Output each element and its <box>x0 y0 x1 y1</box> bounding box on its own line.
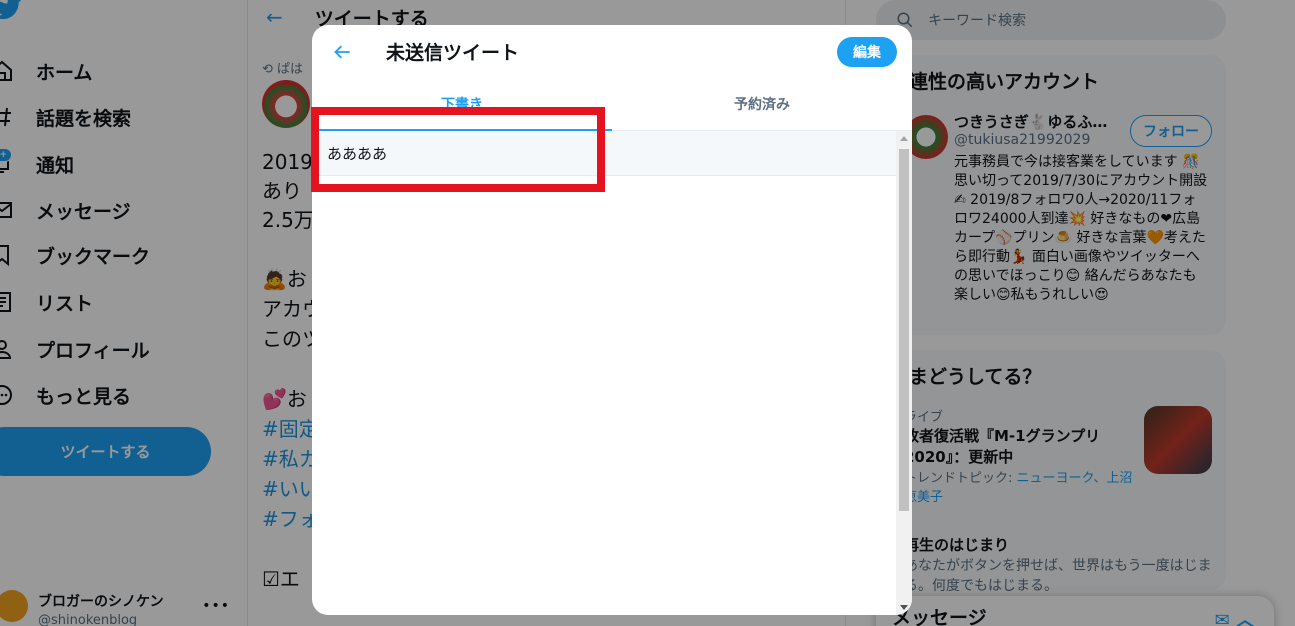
tab-scheduled[interactable]: 予約済み <box>612 78 912 130</box>
back-arrow-icon[interactable] <box>332 41 354 63</box>
scroll-down-arrow-icon[interactable] <box>900 605 908 610</box>
modal-header: 未送信ツイート 編集 <box>312 25 912 78</box>
scrollbar-thumb[interactable] <box>899 149 909 511</box>
edit-button[interactable]: 編集 <box>837 37 897 67</box>
tab-label: 予約済み <box>734 97 790 113</box>
scrollbar[interactable] <box>896 131 912 615</box>
scroll-up-arrow-icon[interactable] <box>900 136 908 141</box>
modal-title: 未送信ツイート <box>386 42 520 64</box>
annotation-highlight-box <box>311 107 605 192</box>
